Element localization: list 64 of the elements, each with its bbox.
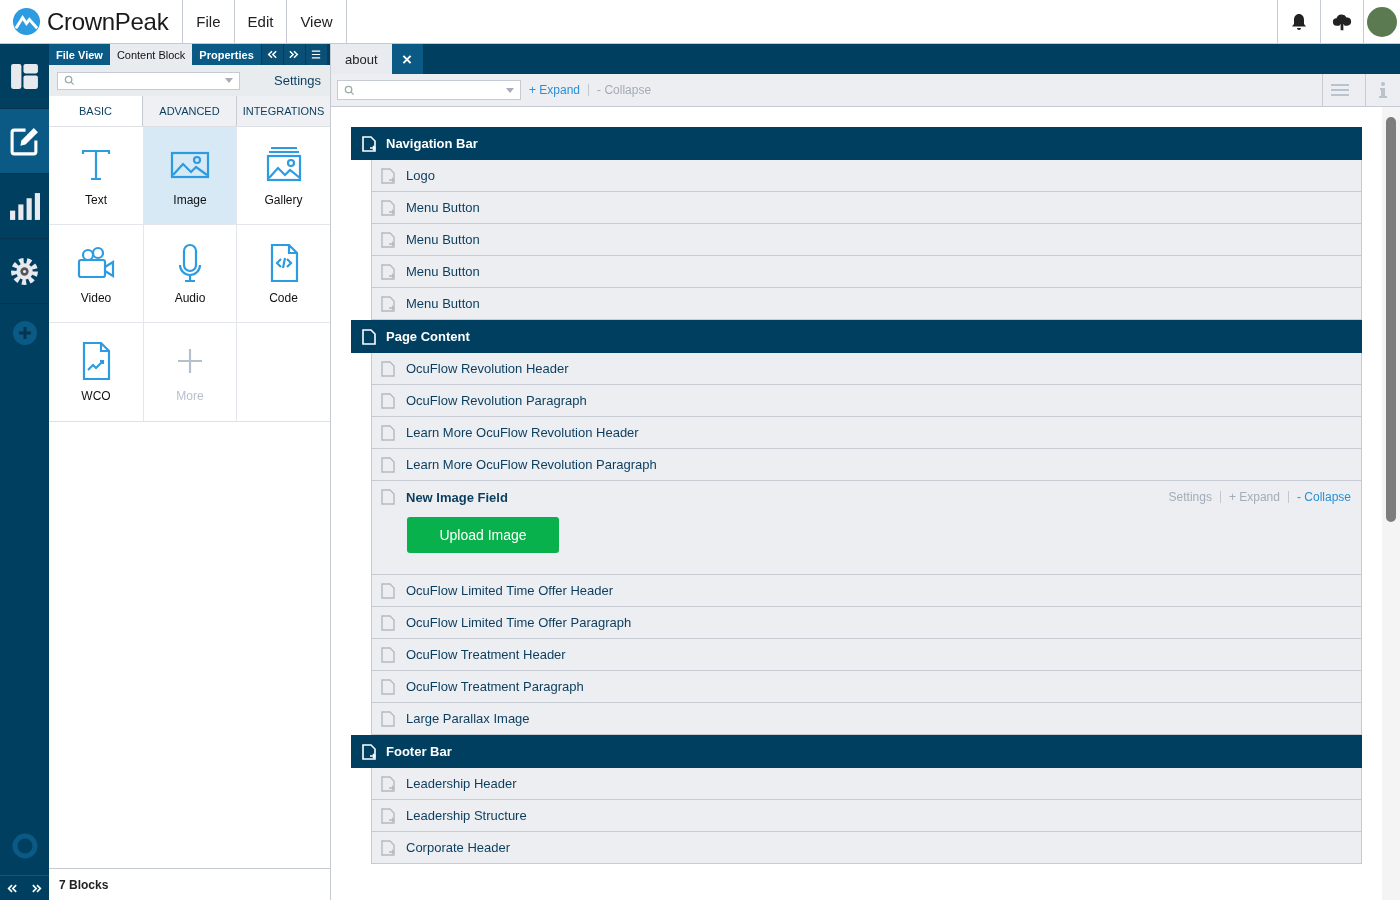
panel-tab[interactable]: Properties [192, 44, 261, 65]
menu-item[interactable]: Edit [234, 0, 288, 43]
double-chevron-right-icon [31, 883, 42, 893]
close-tab-button[interactable] [391, 44, 423, 74]
content-row[interactable]: Corporate Header [371, 832, 1362, 864]
collapse-panel-button[interactable] [260, 44, 283, 65]
lifebuoy-icon [11, 833, 38, 859]
gallery-block[interactable]: Gallery [236, 127, 330, 225]
edit-icon [9, 125, 40, 157]
search-field[interactable] [57, 71, 240, 90]
content-row[interactable]: Learn More OcuFlow Revolution Header [371, 417, 1362, 449]
panel-tab[interactable]: File View [49, 44, 110, 65]
dropdown-caret-icon [225, 78, 233, 83]
content-row[interactable]: Menu Button [371, 224, 1362, 256]
image-block[interactable]: Image [143, 127, 236, 225]
content-row[interactable]: OcuFlow Treatment Header [371, 639, 1362, 671]
document-tab[interactable]: about [331, 44, 392, 74]
category-tab[interactable]: ADVANCED [142, 96, 236, 126]
section-header[interactable]: Navigation Bar [351, 127, 1362, 160]
scrollbar-thumb[interactable] [1386, 117, 1396, 522]
user-avatar[interactable] [1367, 6, 1397, 37]
settings-link[interactable]: Settings [274, 73, 321, 88]
content-row[interactable]: Menu Button [371, 288, 1362, 320]
double-chevron-right-icon [289, 50, 300, 59]
search-icon [344, 84, 355, 96]
close-icon [402, 54, 413, 64]
expand-panel-button[interactable] [282, 44, 305, 65]
menu-icon [1331, 84, 1349, 96]
section-header[interactable]: Page Content [351, 320, 1362, 353]
settings-icon [9, 255, 40, 287]
panel-tab[interactable]: Content Block [109, 44, 193, 65]
search-field[interactable] [337, 80, 521, 100]
menu-button[interactable] [304, 44, 327, 65]
content-row[interactable]: Logo [371, 160, 1362, 192]
menu-item[interactable]: File [183, 0, 235, 43]
content-row[interactable]: Leadership Header [371, 768, 1362, 800]
plus-icon [11, 320, 38, 346]
section-header[interactable]: Footer Bar [351, 735, 1362, 768]
content-row[interactable]: Large Parallax Image [371, 703, 1362, 735]
menu-item[interactable]: View [287, 0, 347, 43]
block-count: 7 Blocks [59, 877, 109, 892]
content-row[interactable]: Menu Button [371, 256, 1362, 288]
menu-icon [311, 50, 322, 59]
content-row[interactable]: OcuFlow Revolution Paragraph [371, 385, 1362, 417]
bell-icon [1289, 11, 1309, 32]
content-row[interactable]: Menu Button [371, 192, 1362, 224]
content-row[interactable]: Leadership Structure [371, 800, 1362, 832]
info-icon [1379, 82, 1387, 98]
logo-icon [12, 7, 41, 36]
app-logo: CrownPeak [47, 7, 169, 36]
content-row[interactable]: OcuFlow Limited Time Offer Paragraph [371, 607, 1362, 639]
content-row[interactable]: OcuFlow Limited Time Offer Header [371, 575, 1362, 607]
bar-chart-icon [9, 190, 40, 222]
code-block[interactable]: Code [236, 225, 330, 323]
content-row[interactable]: OcuFlow Treatment Paragraph [371, 671, 1362, 703]
audio-block[interactable]: Audio [143, 225, 236, 323]
double-chevron-left-icon [7, 883, 18, 893]
category-tab[interactable]: INTEGRATIONS [236, 96, 330, 126]
double-chevron-left-icon [267, 50, 278, 59]
search-icon [64, 75, 75, 86]
content-row[interactable]: Learn More OcuFlow Revolution Paragraph [371, 449, 1362, 481]
content-row[interactable]: OcuFlow Revolution Header [371, 353, 1362, 385]
dropdown-caret-icon [506, 87, 514, 93]
field-title: New Image Field [406, 489, 508, 505]
